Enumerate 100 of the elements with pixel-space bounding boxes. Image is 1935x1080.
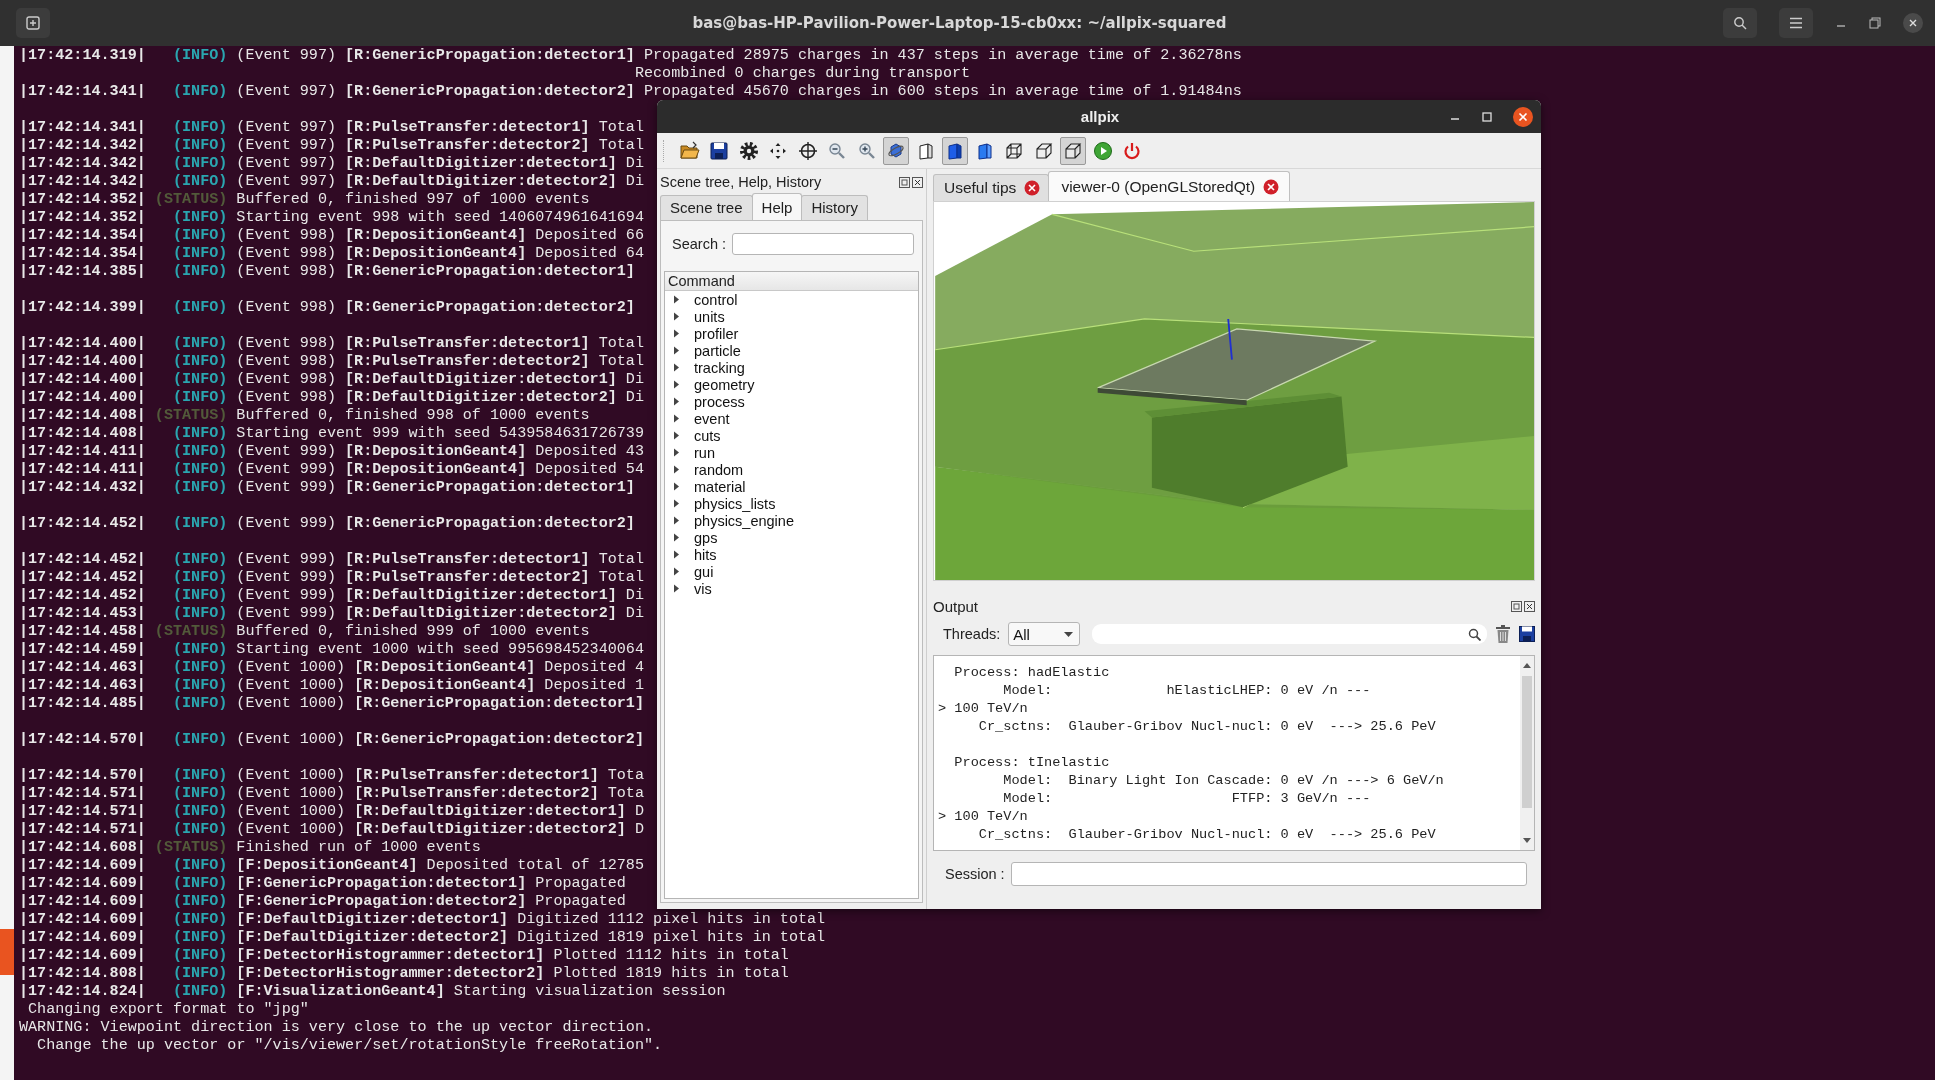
zoom-out-icon	[827, 140, 847, 161]
crosshair-icon	[797, 140, 818, 161]
log-level: (INFO)	[171, 802, 228, 820]
tree-item[interactable]: cuts	[694, 427, 721, 444]
log-message: (Event 999) [R:DefaultDigitizer:detector2] Di	[236, 604, 644, 622]
log-timestamp: |17:42:14.452|	[19, 568, 146, 586]
threads-dropdown[interactable]: All	[1008, 622, 1081, 646]
log-level: (INFO)	[171, 766, 228, 784]
expand-arrow-icon[interactable]	[673, 550, 680, 559]
expand-arrow-icon[interactable]	[673, 482, 680, 491]
column-header: Command	[665, 272, 918, 291]
expand-arrow-icon[interactable]	[673, 465, 680, 474]
log-timestamp: |17:42:14.342|	[19, 172, 146, 190]
log-timestamp: |17:42:14.354|	[19, 226, 146, 244]
expand-arrow-icon[interactable]	[673, 431, 680, 440]
log-level: (INFO)	[171, 928, 228, 946]
log-level: (INFO)	[171, 946, 228, 964]
log-timestamp: |17:42:14.399|	[19, 298, 146, 316]
log-level: (INFO)	[171, 874, 228, 892]
tree-item[interactable]: geometry	[694, 376, 755, 393]
tab[interactable]: Scene tree	[660, 195, 753, 220]
log-message: (Event 1000) [R:DepositionGeant4] Deposited 1	[236, 676, 644, 694]
float-icon[interactable]	[1511, 600, 1522, 612]
tab[interactable]: Help	[751, 193, 803, 220]
expand-arrow-icon[interactable]	[673, 584, 680, 593]
tree-item[interactable]: control	[694, 291, 738, 308]
expand-arrow-icon[interactable]	[673, 397, 680, 406]
log-message: (Event 998) [R:GenericPropagation:detector1]	[236, 262, 635, 280]
log-timestamp: |17:42:14.319|	[19, 46, 146, 64]
expand-arrow-icon[interactable]	[673, 346, 680, 355]
log-timestamp: |17:42:14.342|	[19, 154, 146, 172]
log-message: (Event 999) [R:PulseTransfer:detector1] Total	[236, 550, 644, 568]
tree-item[interactable]: physics_engine	[694, 512, 794, 529]
log-level: (INFO)	[171, 118, 228, 136]
log-level: (INFO)	[171, 172, 228, 190]
expand-arrow-icon[interactable]	[673, 516, 680, 525]
close-icon[interactable]	[1524, 600, 1535, 612]
new-tab-button[interactable]	[16, 8, 50, 38]
menu-button[interactable]	[1779, 8, 1813, 38]
close-icon[interactable]	[1513, 106, 1533, 127]
tree-item[interactable]: material	[694, 478, 746, 495]
log-message: Buffered 0, finished 999 of 1000 events	[236, 622, 590, 640]
search-button[interactable]	[1723, 8, 1757, 38]
log-level: (STATUS)	[154, 190, 228, 208]
tree-item[interactable]: physics_lists	[694, 495, 776, 512]
session-field[interactable]	[1010, 862, 1527, 886]
tree-item[interactable]: vis	[694, 580, 712, 597]
log-message: Buffered 0, finished 998 of 1000 events	[236, 406, 590, 424]
expand-arrow-icon[interactable]	[673, 380, 680, 389]
log-message: (Event 999) [R:PulseTransfer:detector2] Total	[236, 568, 644, 586]
tab[interactable]: viewer-0 (OpenGLStoredQt)	[1048, 171, 1291, 201]
expand-arrow-icon[interactable]	[673, 414, 680, 423]
log-timestamp: |17:42:14.400|	[19, 334, 146, 352]
save-icon[interactable]	[1519, 626, 1535, 642]
log-level: (INFO)	[171, 388, 228, 406]
log-timestamp: |17:42:14.609|	[19, 856, 146, 874]
tab[interactable]: Useful tips	[933, 174, 1050, 201]
zoom-in-icon	[856, 140, 877, 161]
expand-arrow-icon[interactable]	[673, 499, 680, 508]
toolbar-button[interactable]	[1060, 136, 1086, 165]
float-icon[interactable]	[899, 176, 910, 188]
expand-arrow-icon[interactable]	[673, 295, 680, 304]
log-level: (INFO)	[171, 586, 228, 604]
log-timestamp: |17:42:14.342|	[19, 136, 146, 154]
restore-icon[interactable]	[1869, 17, 1881, 29]
toolbar-button[interactable]	[883, 136, 909, 165]
log-message: Recombined 0 charges during transport	[634, 64, 971, 82]
toolbar-button[interactable]	[942, 136, 968, 165]
tree-item[interactable]: random	[694, 461, 744, 478]
tree-item[interactable]: units	[694, 308, 725, 325]
log-timestamp: |17:42:14.458|	[19, 622, 146, 640]
log-message: (Event 997) [R:GenericPropagation:detector1] Propagated 28975 charges in 437 steps in average time of 2.36278ns	[236, 46, 1242, 64]
expand-arrow-icon[interactable]	[673, 329, 680, 338]
tree-item[interactable]: particle	[694, 342, 741, 359]
tree-item[interactable]: profiler	[694, 325, 739, 342]
tree-item[interactable]: hits	[694, 546, 717, 563]
log-timestamp: |17:42:14.452|	[19, 550, 146, 568]
close-icon[interactable]	[912, 176, 923, 188]
tree-item[interactable]: event	[694, 410, 730, 427]
filter-field[interactable]	[1092, 624, 1487, 644]
log-timestamp: |17:42:14.609|	[19, 892, 146, 910]
log-timestamp: |17:42:14.408|	[19, 424, 146, 442]
tree-item[interactable]: process	[694, 393, 745, 410]
tab[interactable]: History	[801, 195, 869, 220]
expand-arrow-icon[interactable]	[673, 533, 680, 542]
expand-arrow-icon[interactable]	[673, 567, 680, 576]
expand-arrow-icon[interactable]	[673, 448, 680, 457]
expand-arrow-icon[interactable]	[673, 312, 680, 321]
trash-icon[interactable]	[1495, 625, 1511, 643]
search-field[interactable]	[732, 233, 914, 255]
tree-item[interactable]: run	[694, 444, 715, 461]
tree-item[interactable]: gui	[694, 563, 714, 580]
expand-arrow-icon[interactable]	[673, 363, 680, 372]
tree-item[interactable]: tracking	[694, 359, 745, 376]
search-icon	[1468, 627, 1481, 641]
maximize-icon[interactable]	[1481, 110, 1493, 123]
tree-item[interactable]: gps	[694, 529, 718, 546]
log-timestamp: |17:42:14.463|	[19, 658, 146, 676]
scrollbar[interactable]	[1520, 656, 1534, 850]
close-button[interactable]	[1903, 13, 1923, 33]
